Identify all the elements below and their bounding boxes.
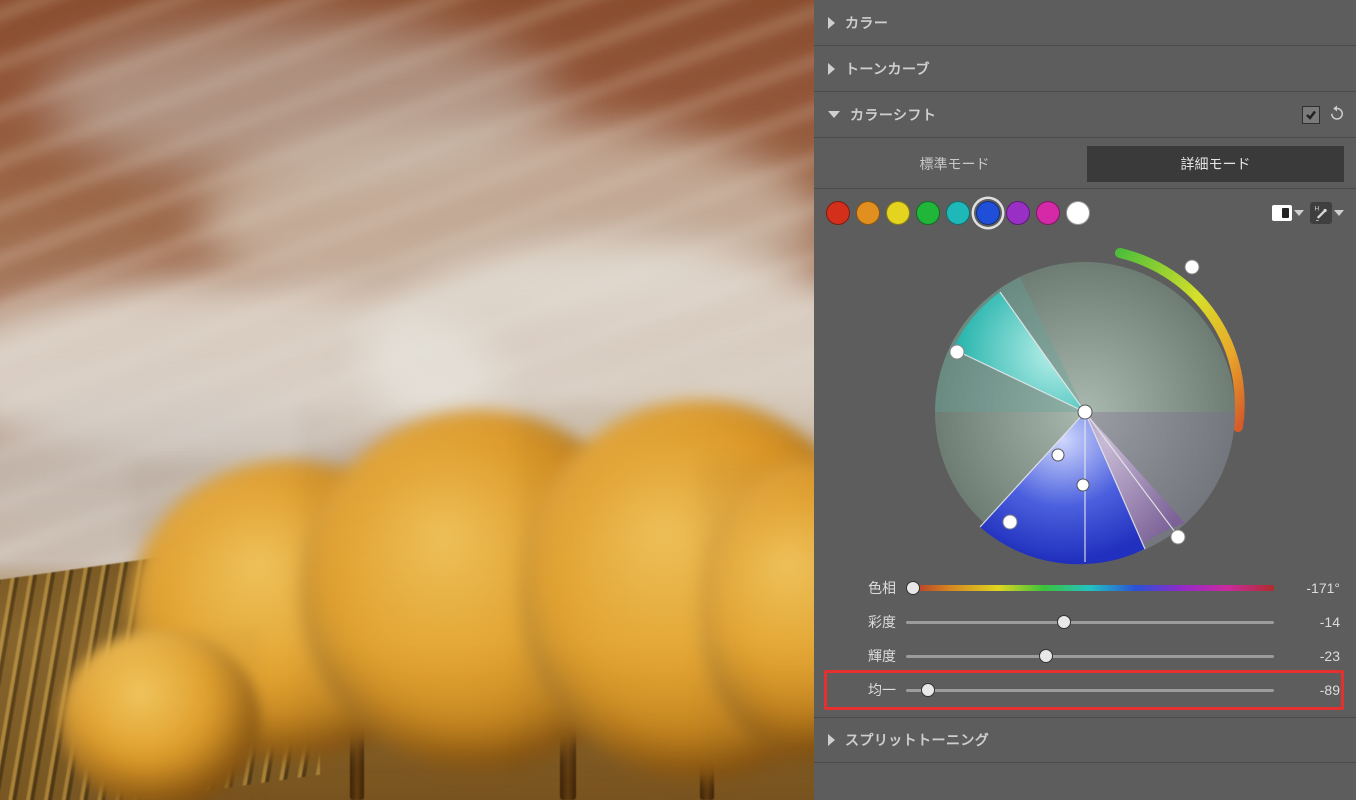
section-color-shift-title: カラーシフト — [850, 105, 936, 125]
mode-advanced[interactable]: 詳細モード — [1087, 146, 1344, 182]
chevron-right-icon — [828, 17, 835, 29]
slider-saturation-value: -14 — [1284, 614, 1340, 630]
slider-luminance-knob[interactable] — [1039, 649, 1053, 663]
slider-luminance-value: -23 — [1284, 648, 1340, 664]
swatch-white[interactable] — [1066, 201, 1090, 225]
section-tone-curve[interactable]: トーンカーブ — [814, 46, 1356, 92]
range-selector-tool[interactable] — [1272, 205, 1304, 221]
chevron-down-icon — [828, 111, 840, 118]
mode-standard[interactable]: 標準モード — [826, 146, 1083, 182]
chevron-down-icon — [1294, 210, 1304, 216]
swatch-orange[interactable] — [856, 201, 880, 225]
slider-hue-label: 色相 — [830, 578, 896, 598]
slider-luminance-label: 輝度 — [830, 646, 896, 666]
develop-panel: カラー トーンカーブ カラーシフト 標準モード 詳細モード — [814, 0, 1356, 800]
slider-hue-knob[interactable] — [906, 581, 920, 595]
swatch-magenta[interactable] — [1036, 201, 1060, 225]
swatch-cyan[interactable] — [946, 201, 970, 225]
chevron-right-icon — [828, 63, 835, 75]
color-wheel[interactable] — [814, 231, 1356, 571]
eyedropper-bar-icon: H — [1310, 202, 1332, 224]
section-split-toning[interactable]: スプリットトーニング — [814, 717, 1356, 763]
section-split-toning-title: スプリットトーニング — [845, 730, 989, 750]
section-tone-curve-title: トーンカーブ — [845, 59, 930, 79]
section-color-title: カラー — [845, 13, 888, 33]
slider-saturation-knob[interactable] — [1057, 615, 1071, 629]
swatch-green[interactable] — [916, 201, 940, 225]
hue-sat-toggle[interactable]: H — [1310, 202, 1344, 224]
svg-text:H: H — [1314, 206, 1319, 213]
section-color[interactable]: カラー — [814, 0, 1356, 46]
slider-saturation[interactable]: 彩度 -14 — [830, 605, 1340, 639]
app-root: カラー トーンカーブ カラーシフト 標準モード 詳細モード — [0, 0, 1356, 800]
slider-saturation-label: 彩度 — [830, 612, 896, 632]
mode-tabs: 標準モード 詳細モード — [814, 138, 1356, 189]
slider-hue-value: -171° — [1284, 580, 1340, 596]
range-selector-icon — [1272, 205, 1292, 221]
slider-uniformity-value: -89 — [1284, 682, 1340, 698]
swatch-yellow[interactable] — [886, 201, 910, 225]
image-preview[interactable] — [0, 0, 814, 800]
reset-button[interactable] — [1328, 104, 1346, 125]
chevron-right-icon — [828, 734, 835, 746]
swatch-blue[interactable] — [976, 201, 1000, 225]
slider-uniformity-label: 均一 — [830, 680, 896, 700]
slider-luminance[interactable]: 輝度 -23 — [830, 639, 1340, 673]
swatch-purple[interactable] — [1006, 201, 1030, 225]
chevron-down-icon — [1334, 210, 1344, 216]
section-color-shift[interactable]: カラーシフト — [814, 92, 1356, 138]
color-swatches: H — [814, 189, 1356, 231]
slider-hue[interactable]: 色相 -171° — [830, 571, 1340, 605]
slider-uniformity-knob[interactable] — [921, 683, 935, 697]
slider-uniformity[interactable]: 均一 -89 — [830, 673, 1340, 707]
section-enable-checkbox[interactable] — [1302, 106, 1320, 124]
slider-group: 色相 -171° 彩度 -14 輝度 -23 均一 -89 — [814, 571, 1356, 717]
swatch-red[interactable] — [826, 201, 850, 225]
